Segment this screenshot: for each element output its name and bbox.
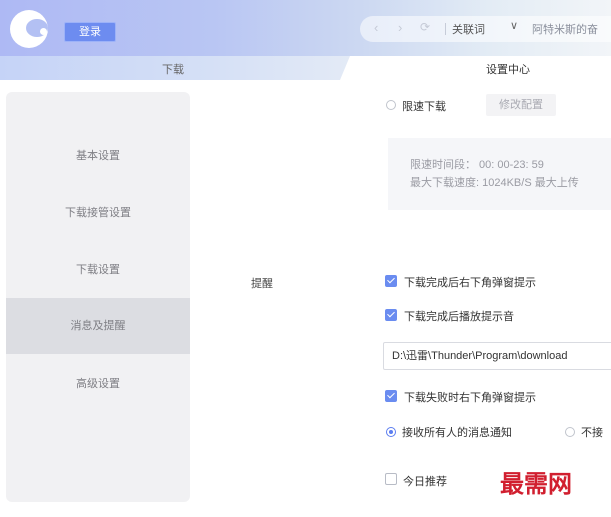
forward-icon[interactable]: › [398,20,402,35]
search-input[interactable]: 阿特米斯的奋 [532,21,598,37]
speed-limit-label: 限速下载 [402,101,446,113]
reminder-section-label: 提醒 [251,278,273,290]
site-watermark: 最需网 [500,469,572,498]
sidebar-item-download[interactable]: 下载设置 [6,242,190,298]
today-recommend-label: 今日推荐 [403,476,447,488]
limit-max-speed: 最大下载速度: 1024KB/S 最大上传 [410,177,579,189]
speed-limit-info: 限速时间段： 00: 00-23: 59 最大下载速度: 1024KB/S 最大… [388,138,611,210]
search-bar[interactable]: ‹ › ⟳ 关联词 ∨ 阿特米斯的奋 [360,16,611,42]
receive-none-label: 不接 [581,427,603,439]
modify-config-button[interactable]: 修改配置 [486,94,556,116]
sound-path-input[interactable]: D:\迅雷\Thunder\Program\download [383,342,611,370]
tab-download-label[interactable]: 下载 [162,61,184,77]
download-done-sound-label: 下载完成后播放提示音 [404,311,514,323]
login-button[interactable]: 登录 [64,22,116,42]
refresh-icon[interactable]: ⟳ [420,20,430,34]
back-icon[interactable]: ‹ [374,20,378,35]
chevron-down-icon[interactable]: ∨ [510,19,518,32]
title-bar: 登录 ‹ › ⟳ 关联词 ∨ 阿特米斯的奋 [0,0,611,56]
sidebar-item-basic[interactable]: 基本设置 [6,128,190,184]
download-done-popup-checkbox[interactable] [385,275,397,287]
limit-time-range: 限速时间段： 00: 00-23: 59 [410,159,544,171]
sidebar-item-advanced[interactable]: 高级设置 [6,356,190,412]
receive-all-radio[interactable] [386,427,396,437]
download-fail-popup-checkbox[interactable] [385,390,397,402]
today-recommend-checkbox[interactable] [385,473,397,485]
app-logo [10,10,48,48]
divider [445,23,446,35]
speed-limit-radio[interactable] [386,100,396,110]
search-mode-label[interactable]: 关联词 [452,21,485,37]
tab-settings-center[interactable]: 设置中心 [486,61,530,77]
receive-none-radio[interactable] [565,427,575,437]
sidebar-item-messages[interactable]: 消息及提醒 [6,298,190,354]
sidebar-item-takeover[interactable]: 下载接管设置 [6,185,190,241]
download-done-popup-label: 下载完成后右下角弹窗提示 [404,277,536,289]
receive-all-label: 接收所有人的消息通知 [402,427,512,439]
download-fail-popup-label: 下载失败时右下角弹窗提示 [404,392,536,404]
download-done-sound-checkbox[interactable] [385,309,397,321]
settings-sidebar: 基本设置 下载接管设置 下载设置 消息及提醒 高级设置 [6,92,190,502]
